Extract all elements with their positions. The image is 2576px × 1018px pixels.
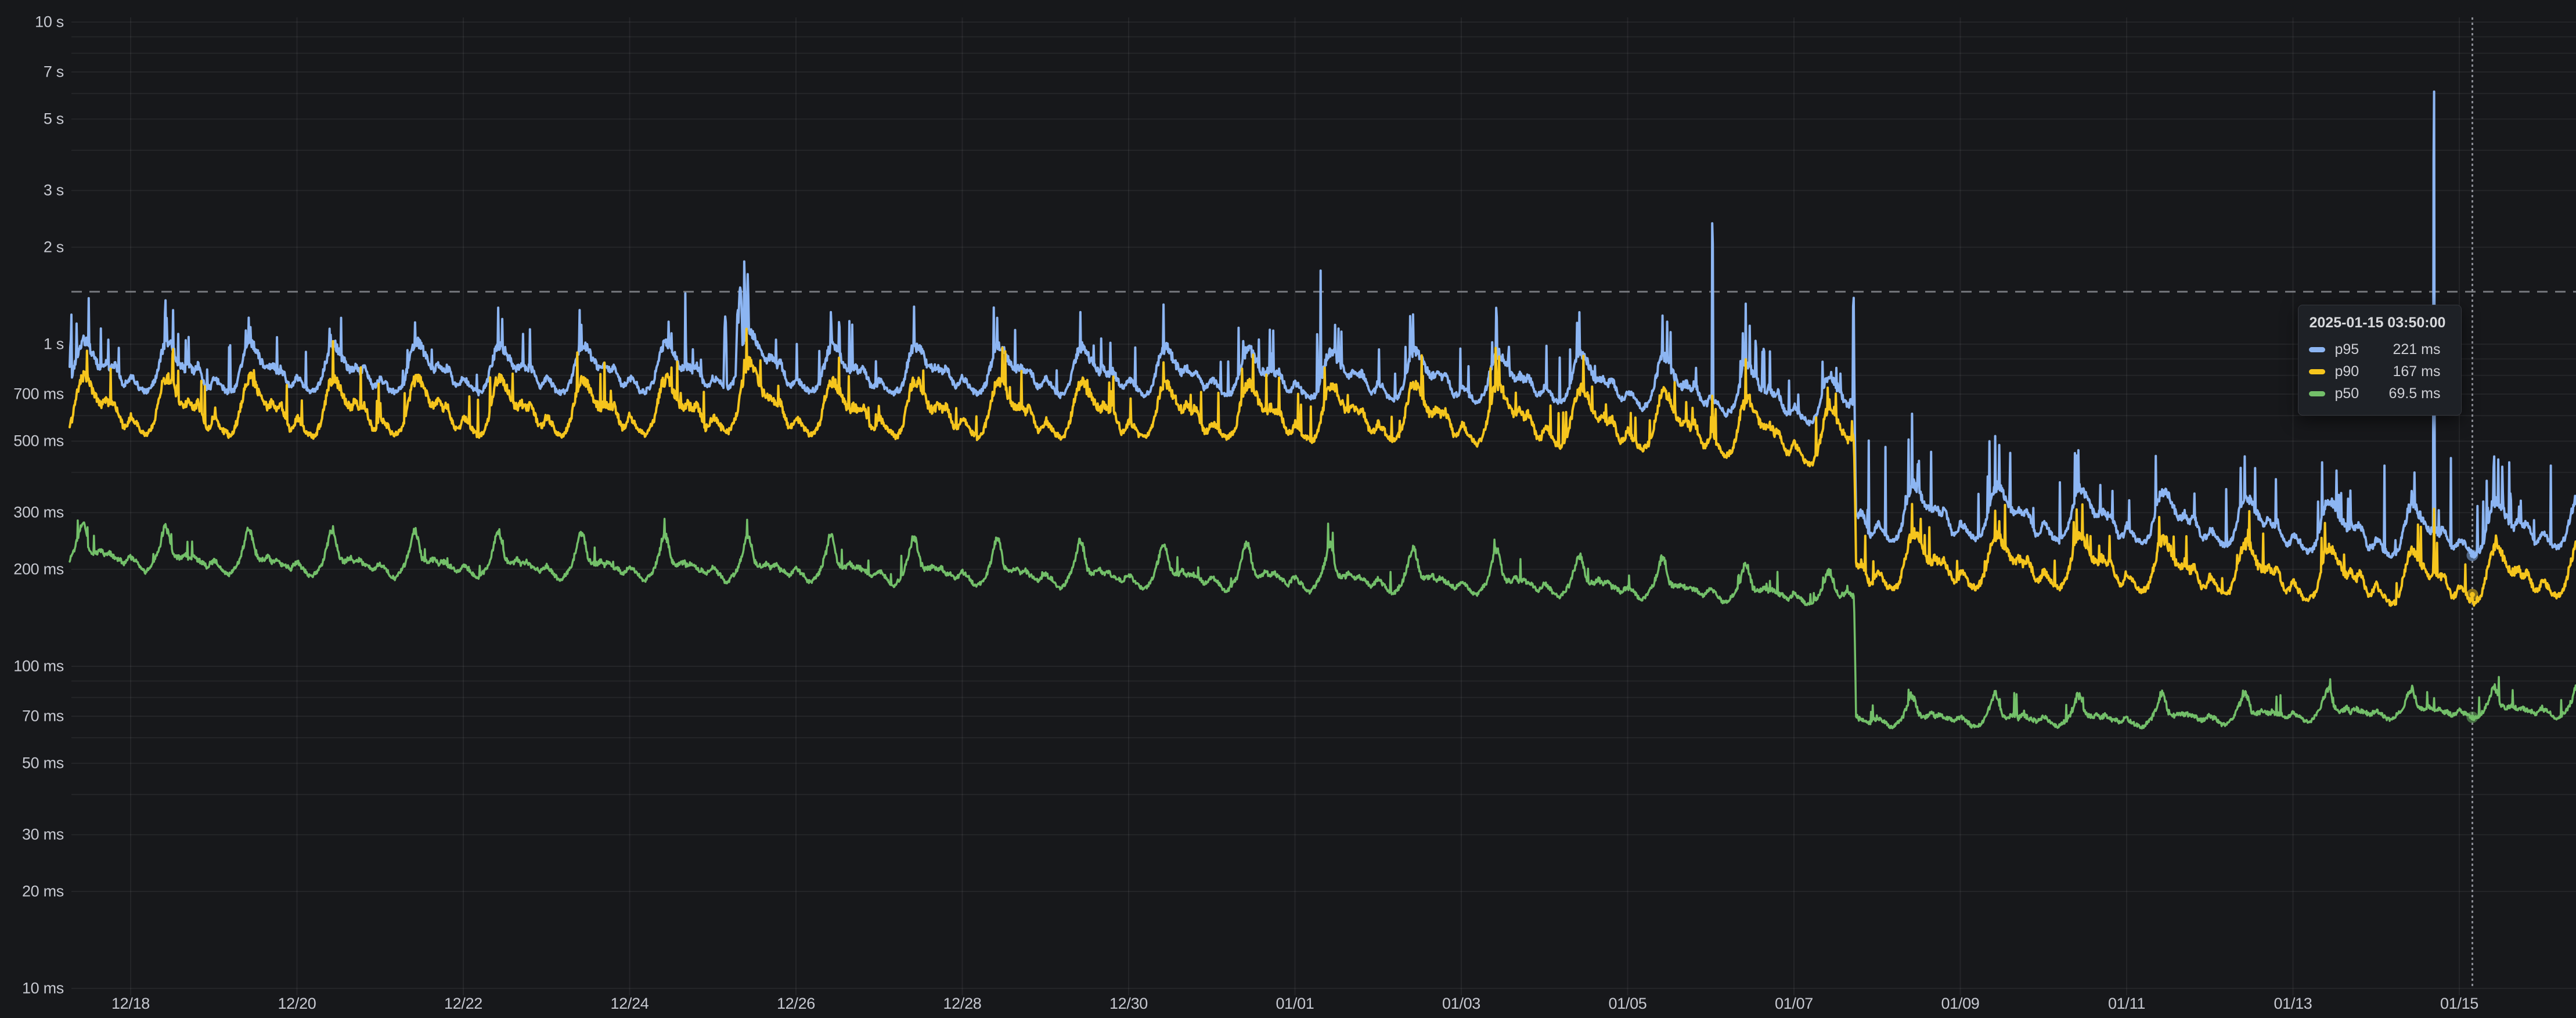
x-axis-label: 01/07 <box>1775 995 1813 1013</box>
p90-hover-dot-core <box>2470 592 2475 597</box>
grid-lines <box>71 17 2576 995</box>
y-axis-label: 50 ms <box>0 755 64 772</box>
x-axis-label: 01/03 <box>1442 995 1480 1013</box>
tooltip-series-label: p95 <box>2334 341 2359 358</box>
y-axis-label: 20 ms <box>0 882 64 900</box>
tooltip: 2025-01-15 03:50:00 p95 221 ms p90 167 m… <box>2298 305 2462 416</box>
tooltip-row-p90: p90 167 ms <box>2309 360 2451 382</box>
x-axis-label: 12/30 <box>1109 995 1148 1013</box>
grafana-latency-panel: 10 s 7 s 5 s 3 s 2 s 1 s 700 ms 500 ms 300 ms 200… <box>0 0 2576 1018</box>
series-lines <box>70 92 2575 728</box>
y-axis-label: 2 s <box>0 238 64 256</box>
y-axis-label: 200 ms <box>0 560 64 578</box>
y-axis-label: 7 s <box>0 63 64 81</box>
y-axis-label: 700 ms <box>0 385 64 403</box>
y-axis-label: 70 ms <box>0 707 64 725</box>
y-axis-label: 10 ms <box>0 980 64 998</box>
crosshair <box>71 17 2576 988</box>
tooltip-series-label: p90 <box>2334 363 2359 380</box>
tooltip-series-value: 167 ms <box>2393 363 2451 380</box>
tooltip-row-p50: p50 69.5 ms <box>2309 382 2451 405</box>
x-axis-label: 12/20 <box>278 995 316 1013</box>
tooltip-row-p95: p95 221 ms <box>2309 338 2451 360</box>
y-axis-label: 10 s <box>0 13 64 31</box>
x-axis-label: 01/01 <box>1276 995 1314 1013</box>
x-axis-label: 12/24 <box>610 995 648 1013</box>
x-axis-label: 01/15 <box>2440 995 2478 1013</box>
tooltip-series-label: p50 <box>2334 385 2359 402</box>
x-axis-label: 12/22 <box>444 995 482 1013</box>
x-axis-label: 12/28 <box>943 995 981 1013</box>
y-axis-label: 300 ms <box>0 504 64 522</box>
y-axis-label: 30 ms <box>0 826 64 844</box>
p90-series-swatch <box>2309 369 2325 374</box>
p50-series-swatch <box>2309 391 2325 396</box>
p95-hover-dot-core <box>2470 553 2475 558</box>
tooltip-series-value: 221 ms <box>2393 341 2451 358</box>
y-axis-label: 1 s <box>0 335 64 353</box>
y-axis-label: 100 ms <box>0 658 64 676</box>
p95-series-swatch <box>2309 347 2325 352</box>
x-axis-label: 12/18 <box>111 995 150 1013</box>
p50-hover-dot-core <box>2470 714 2475 720</box>
x-axis-label: 01/09 <box>1941 995 1979 1013</box>
series-p95-line[interactable] <box>70 92 2575 558</box>
y-axis-label: 500 ms <box>0 432 64 450</box>
x-axis-label: 01/05 <box>1608 995 1647 1013</box>
x-axis-label: 12/26 <box>777 995 815 1013</box>
y-axis-label: 5 s <box>0 110 64 128</box>
tooltip-timestamp: 2025-01-15 03:50:00 <box>2309 315 2451 331</box>
tooltip-series-value: 69.5 ms <box>2389 385 2451 402</box>
y-axis-label: 3 s <box>0 182 64 200</box>
x-axis-label: 01/11 <box>2108 995 2145 1013</box>
latency-chart[interactable] <box>0 0 2576 1018</box>
x-axis-label: 01/13 <box>2274 995 2312 1013</box>
